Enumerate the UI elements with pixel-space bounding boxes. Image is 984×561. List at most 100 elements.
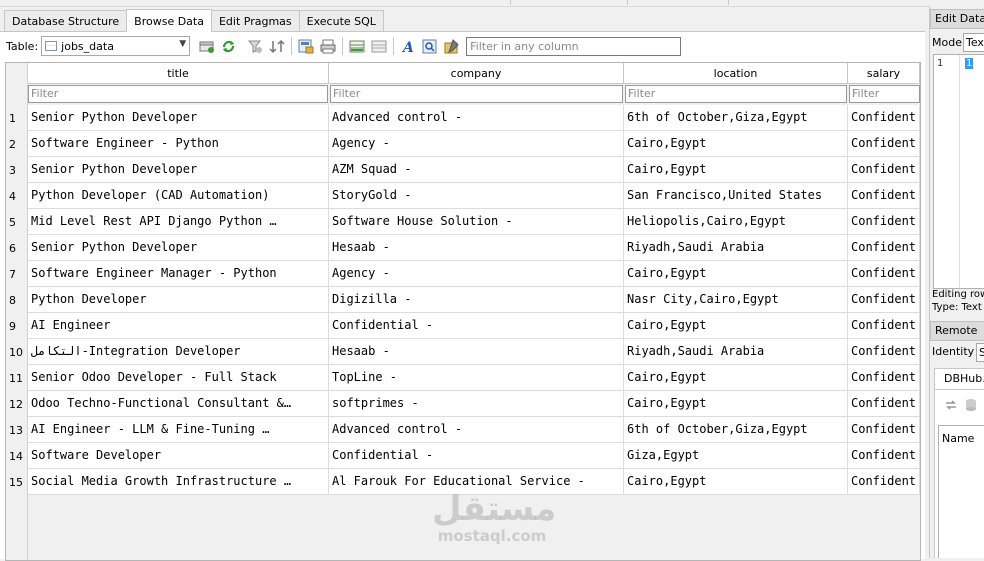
- row-number[interactable]: 12: [6, 398, 27, 411]
- cell-company[interactable]: Advanced control -: [329, 417, 624, 443]
- refresh-icon[interactable]: [220, 38, 237, 55]
- row-number[interactable]: 4: [6, 190, 27, 203]
- cell-company[interactable]: Agency -: [329, 261, 624, 287]
- table-select[interactable]: jobs_data ▼: [41, 36, 191, 56]
- cell-company[interactable]: Al Farouk For Educational Service -: [329, 469, 624, 495]
- cell-location[interactable]: Cairo,Egypt: [624, 365, 848, 391]
- sort-order-icon[interactable]: [268, 38, 285, 55]
- cell-salary[interactable]: Confident: [848, 313, 920, 339]
- cell-location[interactable]: Heliopolis,Cairo,Egypt: [624, 209, 848, 235]
- row-number[interactable]: 14: [6, 450, 27, 463]
- cell-salary[interactable]: Confident: [848, 105, 920, 131]
- cell-salary[interactable]: Confident: [848, 183, 920, 209]
- cell-location[interactable]: Cairo,Egypt: [624, 131, 848, 157]
- cell-location[interactable]: Riyadh,Saudi Arabia: [624, 235, 848, 261]
- font-icon[interactable]: A: [399, 38, 416, 55]
- cell-salary[interactable]: Confident: [848, 417, 920, 443]
- save-table-as-icon[interactable]: [297, 38, 314, 55]
- cell-title[interactable]: Mid Level Rest API Django Python …: [28, 209, 329, 235]
- refresh-structure-icon[interactable]: [198, 38, 215, 55]
- cell-title[interactable]: Software Engineer - Python: [28, 131, 329, 157]
- find-icon[interactable]: [421, 38, 438, 55]
- cell-title[interactable]: Odoo Techno-Functional Consultant &…: [28, 391, 329, 417]
- cell-title[interactable]: التكامل-Integration Developer: [28, 339, 329, 365]
- cell-title[interactable]: Python Developer (CAD Automation): [28, 183, 329, 209]
- tab-edit-pragmas[interactable]: Edit Pragmas: [210, 10, 300, 31]
- cell-salary[interactable]: Confident: [848, 157, 920, 183]
- cell-salary[interactable]: Confident: [848, 287, 920, 313]
- row-number[interactable]: 1: [6, 112, 27, 125]
- filter-all-columns-input[interactable]: Filter in any column: [466, 36, 682, 56]
- row-number[interactable]: 5: [6, 216, 27, 229]
- database-icon[interactable]: [965, 398, 979, 415]
- column-header-location[interactable]: location: [624, 63, 848, 84]
- cell-title[interactable]: Senior Odoo Developer - Full Stack: [28, 365, 329, 391]
- cell-title[interactable]: Senior Python Developer: [28, 157, 329, 183]
- cell-company[interactable]: StoryGold -: [329, 183, 624, 209]
- row-number[interactable]: 13: [6, 424, 27, 437]
- cell-title[interactable]: Social Media Growth Infrastructure …: [28, 469, 329, 495]
- cell-location[interactable]: Giza,Egypt: [624, 443, 848, 469]
- cell-title[interactable]: Software Engineer Manager - Python: [28, 261, 329, 287]
- filter-title[interactable]: Filter: [28, 85, 328, 103]
- cell-salary[interactable]: Confident: [848, 209, 920, 235]
- cell-salary[interactable]: Confident: [848, 339, 920, 365]
- column-header-salary[interactable]: salary: [848, 63, 920, 84]
- sync-icon[interactable]: [944, 398, 958, 415]
- insert-record-icon[interactable]: [348, 38, 365, 55]
- cell-location[interactable]: Nasr City,Cairo,Egypt: [624, 287, 848, 313]
- cell-company[interactable]: Hesaab -: [329, 339, 624, 365]
- cell-location[interactable]: 6th of October,Giza,Egypt: [624, 105, 848, 131]
- row-number[interactable]: 7: [6, 268, 27, 281]
- column-header-title[interactable]: title: [28, 63, 329, 84]
- cell-company[interactable]: softprimes -: [329, 391, 624, 417]
- cell-location[interactable]: Cairo,Egypt: [624, 469, 848, 495]
- cell-salary[interactable]: Confident: [848, 443, 920, 469]
- cell-company[interactable]: Confidential -: [329, 313, 624, 339]
- cell-location[interactable]: Cairo,Egypt: [624, 313, 848, 339]
- cell-location[interactable]: Riyadh,Saudi Arabia: [624, 339, 848, 365]
- cell-location[interactable]: Cairo,Egypt: [624, 157, 848, 183]
- cell-title[interactable]: AI Engineer - LLM & Fine-Tuning …: [28, 417, 329, 443]
- clear-filters-icon[interactable]: [246, 38, 263, 55]
- cell-company[interactable]: Software House Solution -: [329, 209, 624, 235]
- cell-salary[interactable]: Confident: [848, 235, 920, 261]
- cell-title[interactable]: AI Engineer: [28, 313, 329, 339]
- tab-browse-data[interactable]: Browse Data: [126, 9, 212, 32]
- cell-location[interactable]: Cairo,Egypt: [624, 261, 848, 287]
- column-header-company[interactable]: company: [329, 63, 624, 84]
- cell-location[interactable]: Cairo,Egypt: [624, 391, 848, 417]
- cell-salary[interactable]: Confident: [848, 469, 920, 495]
- cell-title[interactable]: Senior Python Developer: [28, 105, 329, 131]
- cell-company[interactable]: Digizilla -: [329, 287, 624, 313]
- cell-company[interactable]: Hesaab -: [329, 235, 624, 261]
- cell-salary[interactable]: Confident: [848, 365, 920, 391]
- row-number[interactable]: 2: [6, 138, 27, 151]
- row-number[interactable]: 8: [6, 294, 27, 307]
- cell-title[interactable]: Software Developer: [28, 443, 329, 469]
- tab-execute-sql[interactable]: Execute SQL: [298, 10, 384, 31]
- cell-salary[interactable]: Confident: [848, 391, 920, 417]
- cell-company[interactable]: Advanced control -: [329, 105, 624, 131]
- filter-salary[interactable]: Filter: [849, 85, 920, 103]
- filter-company[interactable]: Filter: [330, 85, 623, 103]
- row-number[interactable]: 3: [6, 164, 27, 177]
- remote-file-list[interactable]: Name: [938, 425, 984, 558]
- cell-salary[interactable]: Confident: [848, 131, 920, 157]
- filter-location[interactable]: Filter: [625, 85, 847, 103]
- delete-record-icon[interactable]: [370, 38, 387, 55]
- tab-database-structure[interactable]: Database Structure: [4, 10, 128, 31]
- tab-dbhub[interactable]: DBHub.io: [934, 368, 984, 389]
- cell-location[interactable]: 6th of October,Giza,Egypt: [624, 417, 848, 443]
- row-number[interactable]: 6: [6, 242, 27, 255]
- row-number[interactable]: 9: [6, 320, 27, 333]
- mode-select[interactable]: Tex: [963, 33, 984, 52]
- cell-editor[interactable]: 1 1: [933, 54, 984, 289]
- cell-location[interactable]: San Francisco,United States: [624, 183, 848, 209]
- identity-select[interactable]: S: [976, 343, 984, 362]
- set-value-icon[interactable]: [443, 38, 460, 55]
- row-number[interactable]: 11: [6, 372, 27, 385]
- cell-company[interactable]: TopLine -: [329, 365, 624, 391]
- print-icon[interactable]: [319, 38, 336, 55]
- row-number[interactable]: 10: [6, 346, 27, 359]
